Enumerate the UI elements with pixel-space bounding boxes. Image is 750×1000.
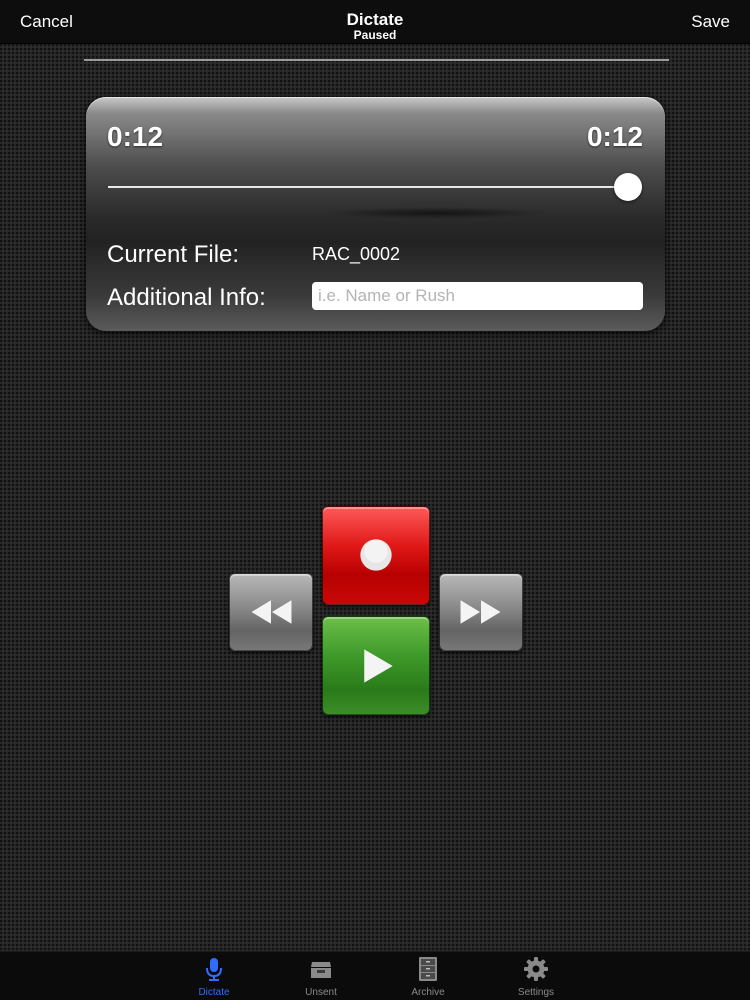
current-file-value: RAC_0002 xyxy=(312,244,401,264)
tab-dictate[interactable]: Dictate xyxy=(169,952,259,1000)
record-icon xyxy=(360,539,392,571)
tab-unsent[interactable]: Unsent xyxy=(276,952,366,1000)
play-button[interactable] xyxy=(322,616,430,715)
tab-label: Dictate xyxy=(198,987,230,998)
tab-label: Unsent xyxy=(305,987,337,998)
tab-settings[interactable]: Settings xyxy=(491,952,581,1000)
file-cabinet-icon xyxy=(419,957,437,981)
save-button[interactable]: Save xyxy=(691,12,730,32)
additional-info-label: Additional Info: xyxy=(107,284,266,311)
fast-forward-button[interactable] xyxy=(439,573,523,651)
rewind-button[interactable] xyxy=(229,573,313,651)
position-slider-track[interactable] xyxy=(108,186,628,188)
play-icon xyxy=(364,649,393,683)
player-panel: 0:12 0:12 Current File: RAC_0002 Additio… xyxy=(86,97,665,331)
navigation-bar: Cancel Dictate Paused Save xyxy=(0,0,750,44)
elapsed-time: 0:12 xyxy=(107,121,164,152)
tab-bar: Dictate Unsent Archive Settings xyxy=(0,951,750,1000)
gear-icon xyxy=(524,957,548,981)
tab-label: Archive xyxy=(411,987,445,998)
status-subtitle: Paused xyxy=(353,28,397,42)
divider xyxy=(84,59,669,61)
additional-info-input[interactable] xyxy=(312,282,643,310)
current-file-label: Current File: xyxy=(107,241,240,268)
record-button[interactable] xyxy=(322,506,430,605)
rewind-icon xyxy=(251,600,292,624)
microphone-icon xyxy=(206,958,222,981)
position-slider-thumb[interactable] xyxy=(614,173,642,201)
total-time: 0:12 xyxy=(586,121,643,152)
inbox-icon xyxy=(311,962,331,978)
tab-archive[interactable]: Archive xyxy=(383,952,473,1000)
page-title: Dictate xyxy=(346,10,404,29)
fast-forward-icon xyxy=(460,600,501,624)
tab-label: Settings xyxy=(517,987,555,998)
